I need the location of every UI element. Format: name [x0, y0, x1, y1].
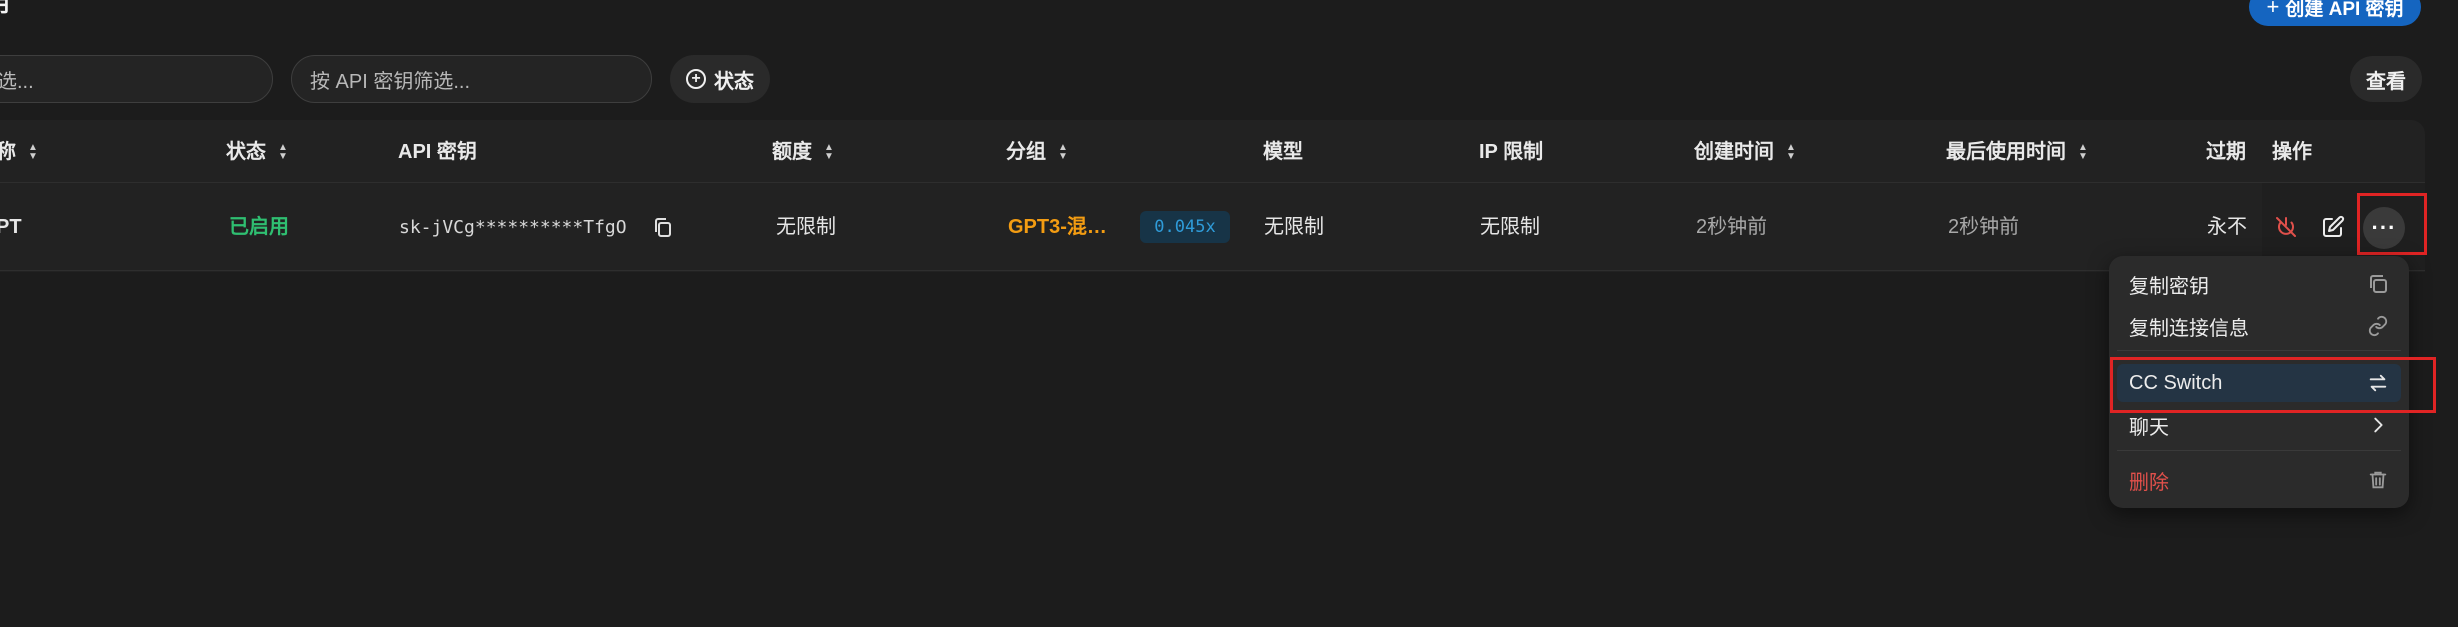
api-key-filter-placeholder: 按 API 密钥筛选... [310, 70, 471, 93]
page-title: 用 [0, 0, 10, 16]
name-filter-placeholder: 筛选... [0, 70, 34, 93]
sort-icon[interactable]: ▲ ▼ [1058, 143, 1068, 162]
column-header-ip-limit-label: IP 限制 [1479, 141, 1544, 163]
sort-icon[interactable]: ▲ ▼ [824, 143, 834, 162]
copy-icon [2367, 273, 2389, 295]
plus-circle-icon: + [686, 69, 706, 89]
edit-icon[interactable] [2315, 209, 2351, 245]
ratio-badge: 0.045x [1140, 211, 1230, 243]
menu-item-copy-key[interactable]: 复制密钥 [2117, 265, 2401, 303]
column-header-created[interactable]: 创建时间 ▲ ▼ [1694, 140, 1796, 164]
cell-api-key: sk-jVCg**********TfgO [399, 217, 627, 238]
status-filter-button[interactable]: + 状态 [670, 55, 770, 103]
create-api-key-button[interactable]: + 创建 API 密钥 [2249, 0, 2421, 26]
column-header-last-used[interactable]: 最后使用时间 ▲ ▼ [1946, 140, 2088, 164]
api-key-filter-input[interactable]: 按 API 密钥筛选... [291, 55, 652, 103]
view-options-button[interactable]: 查看 [2350, 56, 2422, 102]
menu-item-cc-switch-label: CC Switch [2129, 371, 2223, 394]
column-header-api-key-label: API 密钥 [398, 141, 477, 163]
chevron-right-icon [2367, 414, 2389, 436]
menu-item-copy-key-label: 复制密钥 [2129, 275, 2209, 298]
column-header-api-key: API 密钥 [398, 140, 477, 164]
menu-item-chat-label: 聊天 [2129, 416, 2169, 439]
column-header-actions: 操作 [2272, 140, 2312, 164]
column-header-actions-label: 操作 [2272, 141, 2312, 163]
cell-group: GPT3-混… [1008, 216, 1107, 238]
column-header-ip-limit: IP 限制 [1479, 140, 1543, 164]
menu-item-copy-connection[interactable]: 复制连接信息 [2117, 307, 2401, 345]
header-divider [0, 182, 2425, 183]
column-header-expire: 过期 [2206, 140, 2246, 164]
status-filter-label: 状态 [714, 70, 754, 93]
menu-item-delete-label: 删除 [2129, 471, 2169, 494]
column-header-model-label: 模型 [1263, 141, 1303, 163]
sort-icon[interactable]: ▲ ▼ [28, 143, 38, 162]
menu-divider [2117, 450, 2401, 451]
menu-item-cc-switch[interactable]: CC Switch [2117, 364, 2401, 402]
cell-last-used: 2秒钟前 [1948, 216, 2020, 238]
cell-ip-limit: 无限制 [1480, 216, 1540, 238]
menu-item-delete[interactable]: 删除 [2117, 461, 2401, 499]
column-header-group[interactable]: 分组 ▲ ▼ [1006, 140, 1068, 164]
menu-item-chat[interactable]: 聊天 [2117, 406, 2401, 444]
column-header-expire-label: 过期 [2206, 141, 2246, 163]
cell-expire: 永不 [2207, 216, 2247, 238]
column-header-created-label: 创建时间 [1694, 141, 1774, 163]
plus-icon: + [2266, 0, 2280, 19]
column-header-last-used-label: 最后使用时间 [1946, 141, 2066, 163]
column-header-quota-label: 额度 [772, 141, 812, 163]
sort-icon[interactable]: ▲ ▼ [1786, 143, 1796, 162]
column-header-quota[interactable]: 额度 ▲ ▼ [772, 140, 834, 164]
sort-icon[interactable]: ▲ ▼ [278, 143, 288, 162]
more-actions-button[interactable]: ··· [2363, 207, 2405, 249]
menu-item-copy-connection-label: 复制连接信息 [2129, 317, 2249, 340]
more-icon: ··· [2371, 215, 2397, 240]
link-icon [2367, 315, 2389, 337]
row-divider [0, 270, 2425, 271]
column-header-name[interactable]: 称 ▲ ▼ [0, 140, 38, 164]
column-header-status[interactable]: 状态 ▲ ▼ [226, 140, 288, 164]
cell-name: PT [0, 216, 22, 238]
column-header-name-label: 称 [0, 141, 16, 163]
switch-arrows-icon [2367, 372, 2389, 394]
column-header-group-label: 分组 [1006, 141, 1046, 163]
trash-icon [2367, 469, 2389, 491]
copy-icon[interactable] [653, 217, 673, 239]
sort-icon[interactable]: ▲ ▼ [2078, 143, 2088, 162]
menu-divider [2117, 350, 2401, 351]
cell-created: 2秒钟前 [1696, 216, 1768, 238]
name-filter-input[interactable]: 筛选... [0, 55, 273, 103]
disable-power-icon[interactable] [2268, 209, 2304, 245]
status-badge: 已启用 [229, 216, 289, 238]
column-header-model: 模型 [1263, 140, 1303, 164]
cell-model: 无限制 [1264, 216, 1324, 238]
column-header-status-label: 状态 [226, 141, 266, 163]
create-api-key-label: 创建 API 密钥 [2285, 0, 2404, 20]
cell-quota: 无限制 [776, 216, 836, 238]
